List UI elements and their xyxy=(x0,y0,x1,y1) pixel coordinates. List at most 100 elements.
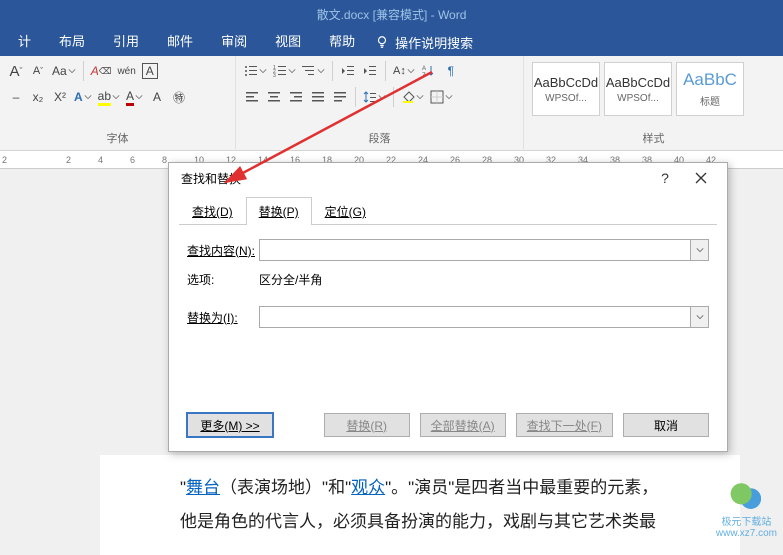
enclose-char-button[interactable]: ㊕ xyxy=(169,86,189,108)
tab-layout[interactable]: 布局 xyxy=(45,28,99,56)
align-center-button[interactable] xyxy=(264,86,284,108)
show-marks-button[interactable]: ¶ xyxy=(441,60,461,82)
replace-input[interactable] xyxy=(259,306,691,328)
char-shading-button[interactable]: A xyxy=(147,86,167,108)
sort-icon: AZ xyxy=(422,64,436,78)
chevron-down-icon xyxy=(445,93,453,101)
style-item-3[interactable]: AaBbC 标题 xyxy=(676,62,744,116)
phonetic-guide-button[interactable]: wén xyxy=(115,60,137,82)
align-justify-button[interactable] xyxy=(308,86,328,108)
dialog-close-button[interactable] xyxy=(683,163,719,193)
style-name: 标题 xyxy=(700,93,720,108)
chevron-down-icon xyxy=(416,93,424,101)
strikethrough-button[interactable]: ‒ xyxy=(6,86,26,108)
align-center-icon xyxy=(267,90,281,104)
titlebar: 散文.docx [兼容模式] - Word xyxy=(0,0,783,28)
cancel-button[interactable]: 取消 xyxy=(623,413,709,437)
sort-button[interactable]: AZ xyxy=(419,60,439,82)
chevron-down-icon xyxy=(84,93,92,101)
highlight-button[interactable]: ab xyxy=(96,86,122,108)
numbering-button[interactable]: 123 xyxy=(271,60,298,82)
find-label: 查找内容(N): xyxy=(187,242,259,259)
bullets-icon xyxy=(244,64,258,78)
line-spacing-button[interactable] xyxy=(361,86,388,108)
replace-button[interactable]: 替换(R) xyxy=(324,413,410,437)
style-sample: AaBbCcDd xyxy=(606,75,670,90)
align-distribute-button[interactable] xyxy=(330,86,350,108)
ruler-tick: 6 xyxy=(130,155,162,165)
clear-format-button[interactable]: A⌫ xyxy=(89,60,114,82)
decrease-indent-button[interactable] xyxy=(338,60,358,82)
chevron-down-icon xyxy=(112,93,120,101)
tab-review[interactable]: 审阅 xyxy=(207,28,261,56)
outdent-icon xyxy=(341,64,355,78)
styles-group: AaBbCcDd WPSOf... AaBbCcDd WPSOf... AaBb… xyxy=(524,56,783,151)
svg-text:3: 3 xyxy=(273,73,276,78)
svg-text:A: A xyxy=(422,66,426,72)
ribbon-tabs: 计 布局 引用 邮件 审阅 视图 帮助 操作说明搜索 xyxy=(0,28,783,56)
tab-replace[interactable]: 替换(P) xyxy=(246,197,312,225)
multilevel-list-button[interactable] xyxy=(300,60,327,82)
chevron-down-icon xyxy=(378,93,386,101)
align-right-button[interactable] xyxy=(286,86,306,108)
svg-text:Z: Z xyxy=(422,73,426,78)
paragraph-1[interactable]: "舞台（表演场地）"和"观众"。"演员"是四者当中最重要的元素， xyxy=(180,471,660,505)
tell-me-search[interactable]: 操作说明搜索 xyxy=(375,33,473,52)
tab-design[interactable]: 计 xyxy=(4,28,45,56)
options-value: 区分全/半角 xyxy=(259,271,322,288)
find-next-button[interactable]: 查找下一处(F) xyxy=(516,413,613,437)
align-left-icon xyxy=(245,90,259,104)
grow-font-button[interactable]: Aˇ xyxy=(6,60,26,82)
dialog-tabs: 查找(D) 替换(P) 定位(G) xyxy=(179,197,717,225)
align-right-icon xyxy=(289,90,303,104)
tab-help[interactable]: 帮助 xyxy=(315,28,369,56)
tab-goto[interactable]: 定位(G) xyxy=(312,197,379,225)
numbering-icon: 123 xyxy=(273,64,287,78)
chevron-down-icon xyxy=(696,313,704,321)
bullets-button[interactable] xyxy=(242,60,269,82)
find-input[interactable] xyxy=(259,239,691,261)
ruler-tick: 2 xyxy=(2,155,34,165)
shrink-font-button[interactable]: Aˇ xyxy=(28,60,48,82)
paragraph-group: 123 A↕ AZ ¶ xyxy=(236,56,524,151)
tab-mailings[interactable]: 邮件 xyxy=(153,28,207,56)
tab-find[interactable]: 查找(D) xyxy=(179,197,246,225)
align-left-button[interactable] xyxy=(242,86,262,108)
text-effects-button[interactable]: A xyxy=(72,86,94,108)
style-name: WPSOf... xyxy=(617,93,659,104)
replace-dropdown-button[interactable] xyxy=(691,306,709,328)
font-group: Aˇ Aˇ Aa A⌫ wén A ‒ x₂ X² A ab A A ㊕ 字体 xyxy=(0,56,236,151)
dialog-help-button[interactable]: ? xyxy=(647,163,683,193)
paragraph-2[interactable]: 他是角色的代言人，必须具备扮演的能力，戏剧与其它艺术类最 xyxy=(180,505,660,539)
text-direction-button[interactable]: A↕ xyxy=(391,60,417,82)
style-item-1[interactable]: AaBbCcDd WPSOf... xyxy=(532,62,600,116)
find-replace-dialog: 查找和替换 ? 查找(D) 替换(P) 定位(G) 查找内容(N): 选项: 区… xyxy=(168,162,728,452)
replace-all-button[interactable]: 全部替换(A) xyxy=(420,413,506,437)
style-sample: AaBbCcDd xyxy=(534,75,598,90)
font-color-button[interactable]: A xyxy=(124,86,145,108)
chevron-down-icon xyxy=(259,67,267,75)
subscript-button[interactable]: x₂ xyxy=(28,86,48,108)
dialog-titlebar[interactable]: 查找和替换 ? xyxy=(169,163,727,193)
shading-button[interactable] xyxy=(399,86,426,108)
change-case-button[interactable]: Aa xyxy=(50,60,78,82)
style-item-2[interactable]: AaBbCcDd WPSOf... xyxy=(604,62,672,116)
indent-icon xyxy=(363,64,377,78)
superscript-button[interactable]: X² xyxy=(50,86,70,108)
link-stage[interactable]: 舞台 xyxy=(186,478,220,497)
dialog-title: 查找和替换 xyxy=(177,170,647,187)
link-audience[interactable]: 观众 xyxy=(351,478,385,497)
find-dropdown-button[interactable] xyxy=(691,239,709,261)
page-content[interactable]: "舞台（表演场地）"和"观众"。"演员"是四者当中最重要的元素， 他是角色的代言… xyxy=(100,455,740,555)
ruler-tick: 2 xyxy=(66,155,98,165)
tab-references[interactable]: 引用 xyxy=(99,28,153,56)
borders-button[interactable] xyxy=(428,86,455,108)
char-border-button[interactable]: A xyxy=(140,60,160,82)
tab-view[interactable]: 视图 xyxy=(261,28,315,56)
increase-indent-button[interactable] xyxy=(360,60,380,82)
dialog-button-row: 更多(M) >> 替换(R) 全部替换(A) 查找下一处(F) 取消 xyxy=(187,413,709,437)
ribbon: Aˇ Aˇ Aa A⌫ wén A ‒ x₂ X² A ab A A ㊕ 字体 xyxy=(0,56,783,151)
more-button[interactable]: 更多(M) >> xyxy=(187,413,273,437)
chevron-down-icon xyxy=(135,93,143,101)
style-name: WPSOf... xyxy=(545,93,587,104)
